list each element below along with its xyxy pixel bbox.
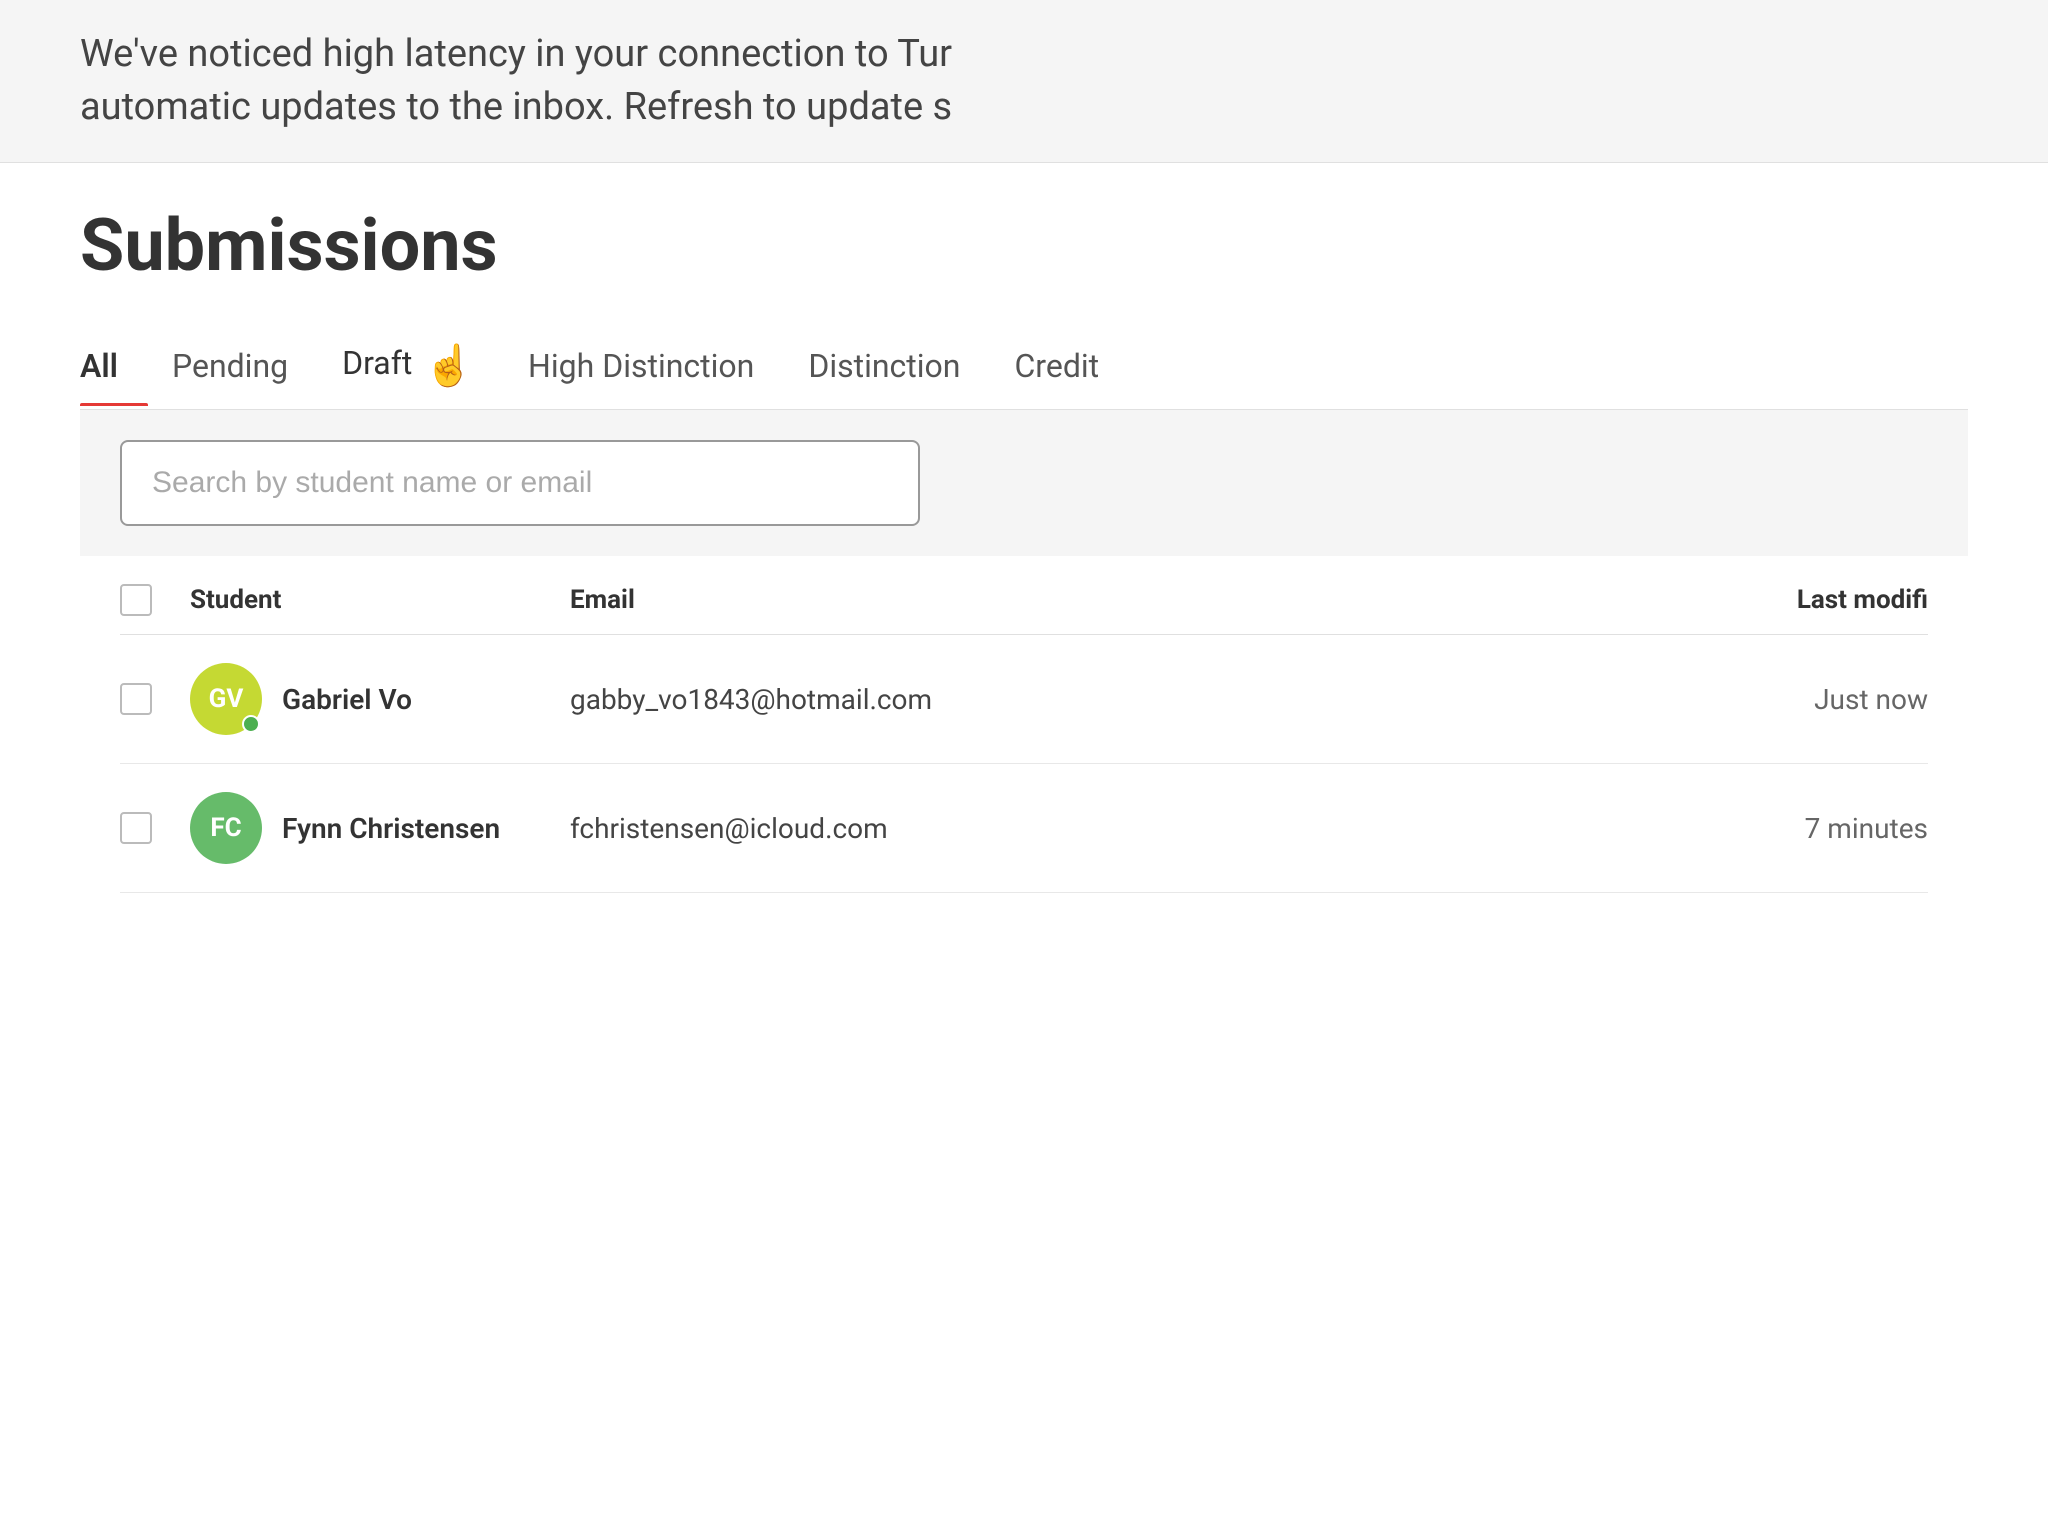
table-row: GV Gabriel Vo gabby_vo1843@hotmail.com J… bbox=[120, 635, 1928, 764]
student-name-gabriel: Gabriel Vo bbox=[282, 683, 412, 716]
table-row: FC Fynn Christensen fchristensen@icloud.… bbox=[120, 764, 1928, 893]
email-fynn: fchristensen@icloud.com bbox=[570, 812, 1648, 845]
cursor-hand-icon: ☝ bbox=[424, 342, 474, 389]
search-input[interactable] bbox=[152, 466, 888, 500]
header-student: Student bbox=[190, 585, 570, 615]
online-indicator-gabriel bbox=[242, 715, 260, 733]
row-checkbox-col bbox=[120, 812, 190, 844]
table-header: Student Email Last modifi bbox=[120, 556, 1928, 635]
select-all-checkbox[interactable] bbox=[120, 584, 152, 616]
avatar-fynn: FC bbox=[190, 792, 262, 864]
search-section bbox=[80, 410, 1968, 556]
notice-line2: automatic updates to the inbox. Refresh … bbox=[80, 81, 1968, 134]
header-email: Email bbox=[570, 585, 1648, 615]
student-cell-gabriel: GV Gabriel Vo bbox=[190, 663, 570, 735]
table-container: Student Email Last modifi GV Gabriel Vo … bbox=[80, 556, 1968, 893]
avatar-gabriel: GV bbox=[190, 663, 262, 735]
row-checkbox-col bbox=[120, 683, 190, 715]
modified-fynn: 7 minutes bbox=[1648, 812, 1928, 845]
notice-banner: We've noticed high latency in your conne… bbox=[0, 0, 2048, 163]
email-gabriel: gabby_vo1843@hotmail.com bbox=[570, 683, 1648, 716]
main-content: Submissions All Pending Draft ☝ High Dis… bbox=[0, 163, 2048, 893]
header-checkbox-col bbox=[120, 584, 190, 616]
page-title: Submissions bbox=[80, 203, 1968, 288]
row-checkbox-gabriel[interactable] bbox=[120, 683, 152, 715]
tab-credit[interactable]: Credit bbox=[1014, 329, 1129, 405]
student-name-fynn: Fynn Christensen bbox=[282, 812, 500, 845]
tab-distinction[interactable]: Distinction bbox=[808, 329, 990, 405]
tab-pending[interactable]: Pending bbox=[172, 329, 318, 405]
modified-gabriel: Just now bbox=[1648, 683, 1928, 716]
tab-draft[interactable]: Draft ☝ bbox=[342, 324, 504, 409]
student-cell-fynn: FC Fynn Christensen bbox=[190, 792, 570, 864]
search-input-wrapper[interactable] bbox=[120, 440, 920, 526]
notice-line1: We've noticed high latency in your conne… bbox=[80, 28, 1968, 81]
tab-all[interactable]: All bbox=[80, 329, 148, 405]
header-last-modified: Last modifi bbox=[1648, 585, 1928, 615]
row-checkbox-fynn[interactable] bbox=[120, 812, 152, 844]
tabs-container: All Pending Draft ☝ High Distinction Dis… bbox=[80, 324, 1968, 410]
tab-high-distinction[interactable]: High Distinction bbox=[528, 329, 784, 405]
